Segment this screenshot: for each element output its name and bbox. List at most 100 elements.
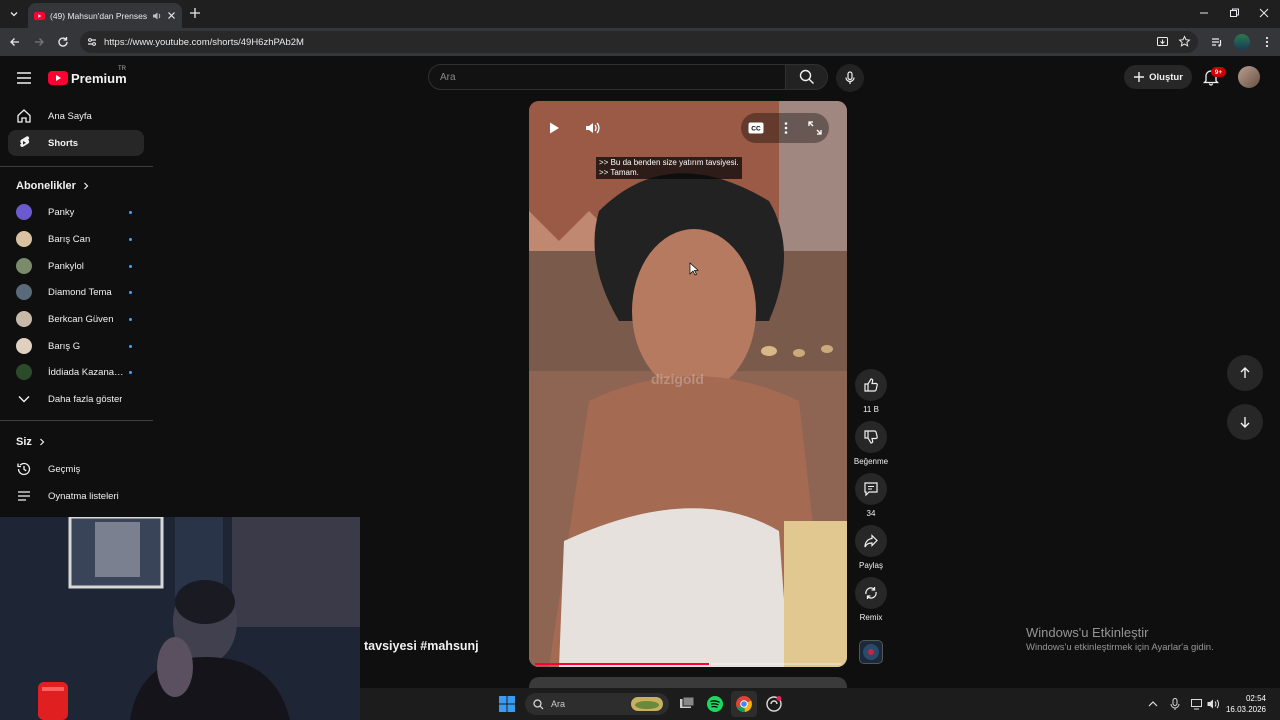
create-button[interactable]: Oluştur	[1124, 65, 1192, 89]
subscription-item[interactable]: Barış Can	[8, 226, 144, 252]
subscription-item[interactable]: Panky	[8, 199, 144, 225]
restore-icon[interactable]	[1227, 6, 1241, 20]
microphone-icon[interactable]	[1168, 697, 1182, 711]
hamburger-menu-icon[interactable]	[14, 68, 34, 88]
channel-avatar	[16, 338, 32, 354]
arrow-down-icon	[1240, 417, 1250, 428]
site-settings-icon[interactable]	[86, 36, 98, 48]
sidebar-item-playlists[interactable]: Oynatma listeleri	[8, 483, 144, 509]
sidebar-item-shorts[interactable]: Shorts	[8, 130, 144, 156]
tray-chevron-up-icon[interactable]	[1146, 697, 1160, 711]
taskbar-search[interactable]: Ara	[525, 693, 669, 715]
minimize-icon[interactable]	[1197, 6, 1211, 20]
close-tab-icon[interactable]	[167, 11, 176, 20]
address-bar[interactable]: https://www.youtube.com/shorts/49H6zhPAb…	[80, 31, 1198, 53]
progress-bar[interactable]	[535, 663, 841, 665]
browser-tab-bar: (49) Mahsun'dan Prenses'e	[0, 0, 1280, 28]
sidebar-item-history[interactable]: Geçmiş	[8, 456, 144, 482]
account-avatar[interactable]	[1238, 66, 1260, 88]
volume-icon[interactable]	[1206, 697, 1220, 711]
forward-icon[interactable]	[32, 35, 46, 49]
clock-time: 02:54	[1245, 694, 1266, 703]
subscription-label: Pankylol	[48, 260, 84, 272]
chevron-down-icon	[10, 12, 18, 17]
search-button[interactable]	[786, 64, 828, 90]
caption-line: >> Bu da benden size yatırım tavsiyesi.	[599, 158, 739, 167]
more-options-button[interactable]	[775, 117, 797, 139]
remix-button[interactable]	[855, 577, 887, 609]
plus-icon	[1134, 72, 1145, 82]
subscription-label: Panky	[48, 206, 75, 218]
subscriptions-title: Abonelikler	[16, 180, 76, 192]
subscriptions-header[interactable]: Abonelikler	[16, 180, 90, 192]
chrome-icon[interactable]	[735, 695, 753, 713]
history-icon	[17, 462, 31, 476]
shorts-player[interactable]: CC >> Bu da benden size yatırım tavsiyes…	[529, 101, 847, 667]
new-content-dot	[129, 290, 132, 294]
sound-thumbnail[interactable]	[859, 640, 883, 664]
remix-action[interactable]: Remix	[854, 577, 888, 622]
bookmark-star-icon[interactable]	[1178, 35, 1191, 48]
share-button[interactable]	[855, 525, 887, 557]
install-app-icon[interactable]	[1156, 35, 1169, 48]
subscription-item[interactable]: Barış G	[8, 333, 144, 359]
app-icon[interactable]	[765, 695, 783, 713]
show-more-button[interactable]: Daha fazla göster	[8, 386, 144, 412]
reload-icon[interactable]	[56, 35, 70, 49]
back-icon[interactable]	[8, 35, 22, 49]
task-view-icon[interactable]	[678, 695, 696, 713]
you-header[interactable]: Siz	[16, 436, 46, 448]
divider	[0, 420, 153, 421]
volume-button[interactable]	[581, 117, 603, 139]
fullscreen-button[interactable]	[804, 117, 826, 139]
activation-title: Windows'u Etkinleştir	[1026, 625, 1149, 640]
activation-subtitle: Windows'u etkinleştirmek için Ayarlar'a …	[1026, 642, 1214, 653]
notification-badge: 9+	[1211, 67, 1226, 77]
dislike-label: Beğenme	[853, 457, 889, 466]
taskbar-clock[interactable]: 02:54 16.03.2026	[1226, 693, 1266, 715]
subscription-label: Diamond Tema	[48, 286, 112, 298]
profile-icon[interactable]	[1234, 34, 1250, 50]
sidebar-item-home[interactable]: Ana Sayfa	[8, 103, 144, 129]
create-label: Oluştur	[1149, 71, 1183, 83]
previous-short-button[interactable]	[1227, 355, 1263, 391]
play-button[interactable]	[543, 117, 565, 139]
url-text: https://www.youtube.com/shorts/49H6zhPAb…	[104, 36, 304, 48]
more-vertical-icon[interactable]	[1260, 35, 1274, 49]
media-controls-icon[interactable]	[1210, 35, 1224, 49]
network-icon[interactable]	[1190, 697, 1204, 711]
spotify-icon[interactable]	[706, 695, 724, 713]
like-button[interactable]	[855, 369, 887, 401]
comments-button[interactable]	[855, 473, 887, 505]
close-window-icon[interactable]	[1257, 6, 1271, 20]
voice-search-button[interactable]	[836, 64, 864, 92]
windows-start-icon[interactable]	[498, 695, 516, 713]
short-title[interactable]: tavsiyesi #mahsunj	[364, 639, 479, 653]
subscription-item[interactable]: Diamond Tema	[8, 279, 144, 305]
browser-tab[interactable]: (49) Mahsun'dan Prenses'e	[28, 3, 182, 28]
channel-avatar	[16, 284, 32, 300]
subscription-label: Barış Can	[48, 233, 91, 245]
comments-action[interactable]: 34	[854, 473, 888, 518]
subscription-item[interactable]: İddiada Kazanan...	[8, 359, 144, 385]
next-short-button[interactable]	[1227, 404, 1263, 440]
dislike-action[interactable]: Beğenme	[854, 421, 888, 466]
dislike-button[interactable]	[855, 421, 887, 453]
youtube-premium-logo[interactable]: Premium	[48, 68, 127, 88]
speaker-icon[interactable]	[152, 11, 162, 21]
tab-search-button[interactable]	[4, 4, 24, 24]
shorts-icon	[20, 136, 30, 147]
share-action[interactable]: Paylaş	[854, 525, 888, 570]
player-controls: CC	[541, 113, 837, 143]
youtube-logo-icon	[48, 71, 68, 85]
sidebar-item-label: Shorts	[48, 137, 79, 149]
home-icon	[17, 109, 31, 123]
like-action[interactable]: 11 B	[854, 369, 888, 414]
new-tab-icon[interactable]	[188, 6, 202, 20]
search-input[interactable]: Ara	[428, 64, 786, 90]
subscription-item[interactable]: Berkcan Güven	[8, 306, 144, 332]
subscription-item[interactable]: Pankylol	[8, 253, 144, 279]
browser-toolbar: https://www.youtube.com/shorts/49H6zhPAb…	[0, 28, 1280, 56]
microphone-icon	[845, 71, 855, 84]
captions-button[interactable]: CC	[745, 117, 767, 139]
